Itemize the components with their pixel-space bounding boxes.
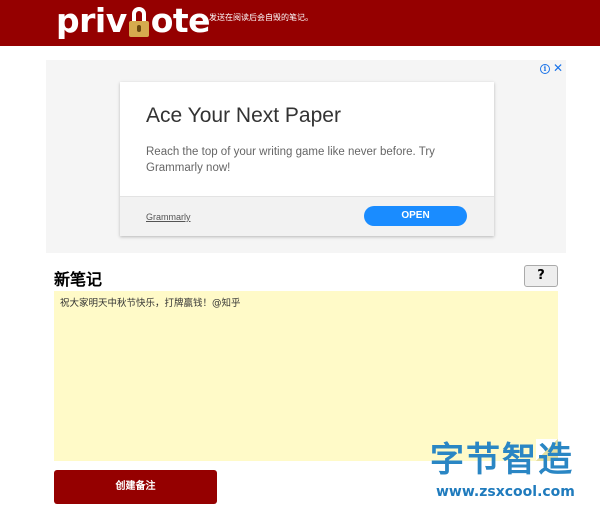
logo-text-start: priv [56, 1, 127, 40]
watermark-url: www.zsxcool.com [436, 484, 575, 500]
top-header: priv ote 发送在阅读后会自毁的笔记。 [0, 0, 600, 46]
help-button[interactable]: ? [524, 265, 558, 287]
ad-banner[interactable]: i ✕ Ace Your Next Paper Reach the top of… [46, 60, 566, 253]
new-note-heading: 新笔记 [54, 270, 103, 289]
create-note-button[interactable]: 创建备注 [54, 470, 217, 504]
ad-brand-link[interactable]: Grammarly [146, 212, 191, 222]
ad-card[interactable]: Ace Your Next Paper Reach the top of you… [120, 82, 494, 236]
ad-info-icon[interactable]: i [540, 64, 550, 74]
privnote-logo[interactable]: priv ote [56, 1, 211, 41]
logo-text-end: ote [150, 1, 211, 40]
ad-open-button[interactable]: OPEN [364, 206, 467, 226]
note-content: 祝大家明天中秋节快乐，打牌赢钱！@知乎 [60, 298, 241, 309]
watermark: 字节智造 www.zsxcool.com [430, 440, 600, 508]
ad-description: Reach the top of your writing game like … [146, 146, 435, 174]
header-tagline: 发送在阅读后会自毁的笔记。 [209, 13, 313, 22]
ad-title[interactable]: Ace Your Next Paper [146, 104, 341, 128]
lock-icon [128, 1, 150, 41]
ad-footer: Grammarly OPEN [120, 196, 494, 236]
ad-close-icon[interactable]: ✕ [553, 61, 563, 75]
watermark-title: 字节智造 [430, 440, 574, 480]
note-textarea[interactable]: 祝大家明天中秋节快乐，打牌赢钱！@知乎 [54, 291, 558, 461]
